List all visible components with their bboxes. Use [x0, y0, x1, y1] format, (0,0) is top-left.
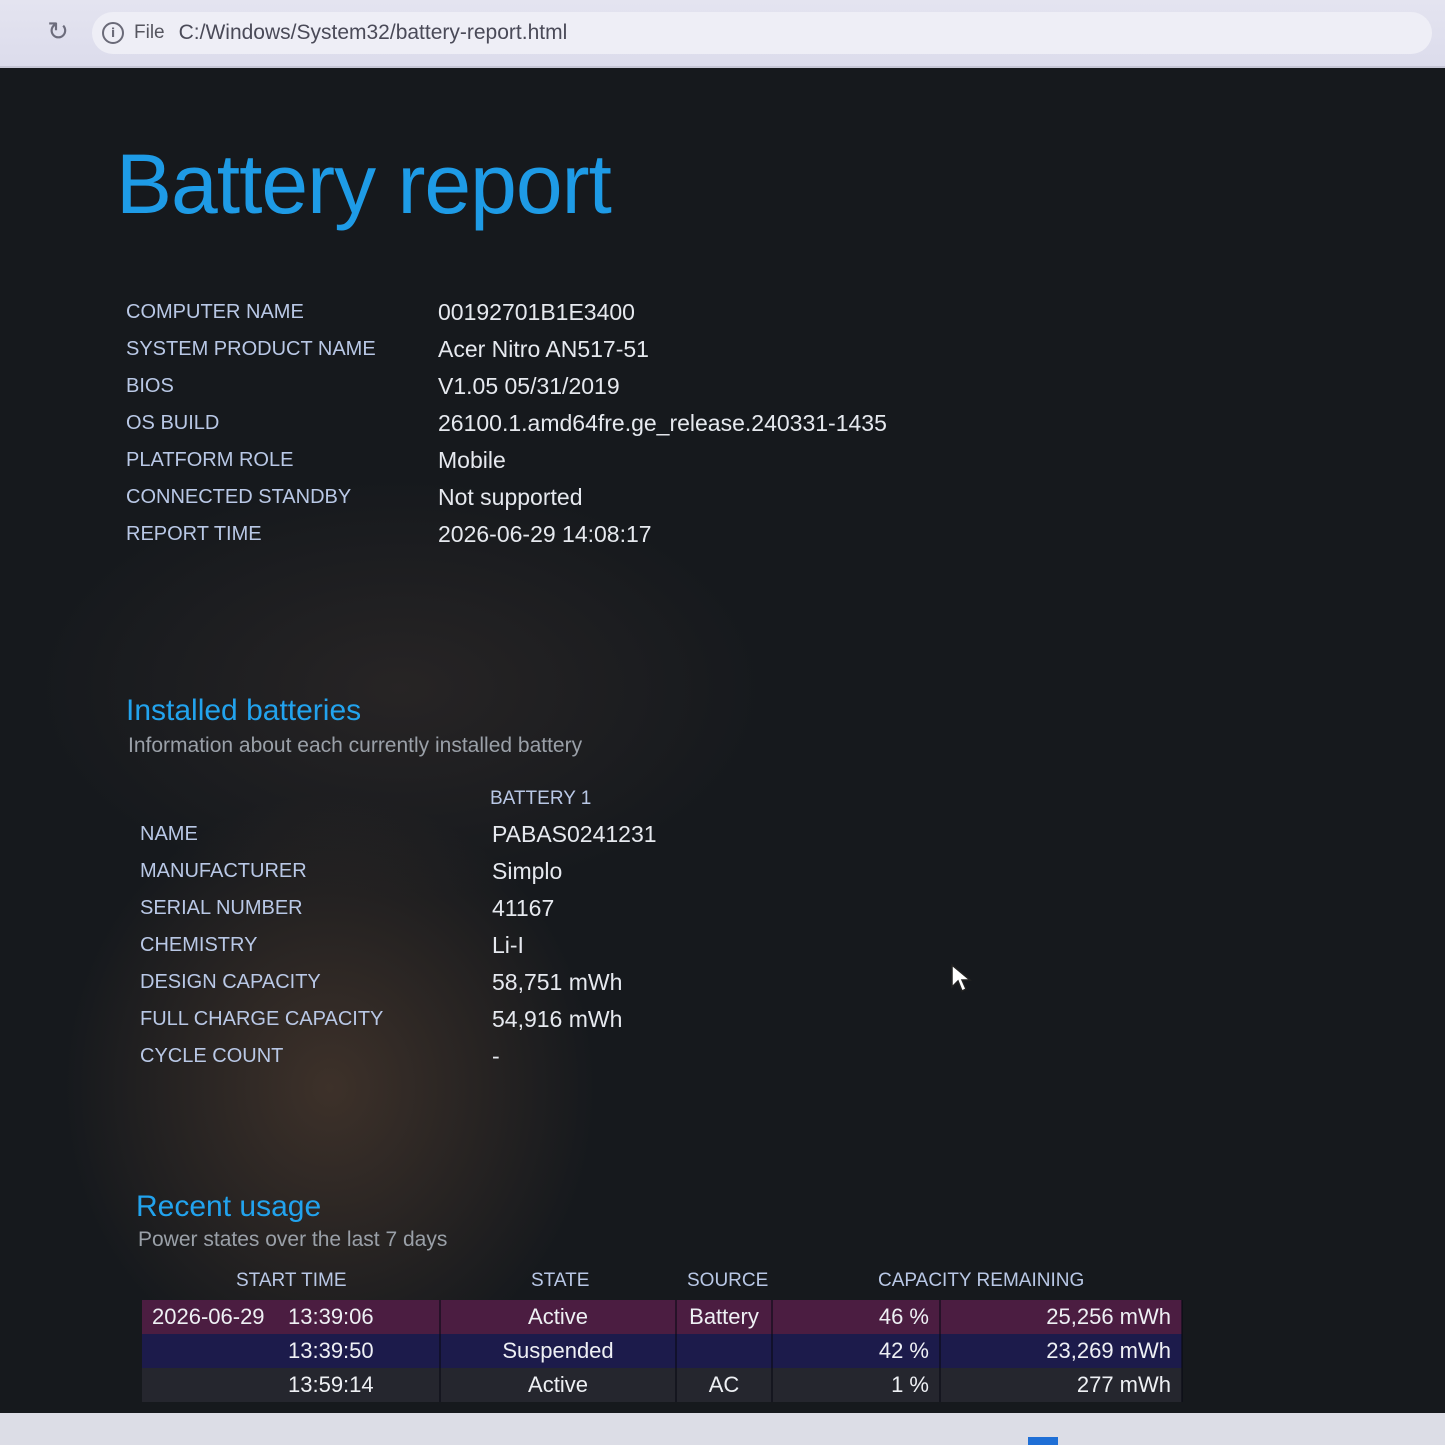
battery-row-name: NAME PABAS0241231	[140, 816, 657, 853]
info-value: Mobile	[438, 447, 506, 473]
info-row-computer-name: COMPUTER NAME 00192701B1E3400	[126, 294, 887, 331]
info-value: 2026-06-29 14:08:17	[438, 521, 652, 547]
report-page: Battery report COMPUTER NAME 00192701B1E…	[0, 68, 1445, 1413]
battery-value: 54,916 mWh	[492, 1006, 623, 1032]
usage-capacity-percent: 1 %	[772, 1368, 941, 1402]
url-text[interactable]: C:/Windows/System32/battery-report.html	[179, 21, 568, 45]
usage-start-time: 13:39:50	[142, 1334, 441, 1368]
battery-row-serial-number: SERIAL NUMBER 41167	[140, 890, 657, 927]
info-label: SYSTEM PRODUCT NAME	[126, 338, 376, 360]
usage-state: Active	[440, 1368, 677, 1402]
info-label: CONNECTED STANDBY	[126, 486, 352, 508]
recent-usage-table: 2026-06-29 13:39:06 Active Battery 46 % 2…	[142, 1300, 1183, 1402]
usage-time: 13:59:14	[288, 1372, 374, 1397]
battery-table: NAME PABAS0241231 MANUFACTURER Simplo SE…	[140, 816, 657, 1075]
usage-time: 13:39:50	[288, 1338, 374, 1363]
info-label: PLATFORM ROLE	[126, 449, 294, 471]
windows-start-icon[interactable]	[1028, 1437, 1058, 1445]
battery-value: PABAS0241231	[492, 821, 657, 847]
info-value: V1.05 05/31/2019	[438, 373, 620, 399]
battery-value: -	[492, 1043, 500, 1069]
battery-column-header: BATTERY 1	[490, 788, 592, 809]
info-row-report-time: REPORT TIME 2026-06-29 14:08:17	[126, 516, 887, 553]
address-bar[interactable]: i File C:/Windows/System32/battery-repor…	[92, 12, 1432, 54]
usage-state: Active	[440, 1300, 677, 1334]
usage-row: 13:59:14 Active AC 1 % 277 mWh	[142, 1368, 1183, 1402]
info-label: COMPUTER NAME	[126, 301, 304, 323]
usage-header-source: SOURCE	[687, 1270, 769, 1291]
battery-label: DESIGN CAPACITY	[140, 971, 321, 993]
reload-icon[interactable]: ↻	[40, 16, 76, 48]
usage-time: 13:39:06	[288, 1304, 374, 1329]
battery-label: MANUFACTURER	[140, 860, 307, 882]
battery-row-manufacturer: MANUFACTURER Simplo	[140, 853, 657, 890]
url-scheme-label: File	[134, 22, 165, 43]
installed-batteries-subtitle: Information about each currently install…	[128, 734, 583, 757]
usage-header-state: STATE	[531, 1270, 590, 1291]
battery-label: SERIAL NUMBER	[140, 897, 303, 919]
battery-value: 41167	[492, 895, 555, 921]
info-value: 00192701B1E3400	[438, 299, 635, 325]
usage-source: AC	[676, 1368, 773, 1402]
info-row-system-product-name: SYSTEM PRODUCT NAME Acer Nitro AN517-51	[126, 331, 887, 368]
usage-row: 13:39:50 Suspended 42 % 23,269 mWh	[142, 1334, 1183, 1368]
recent-usage-subtitle: Power states over the last 7 days	[138, 1228, 448, 1251]
battery-label: CYCLE COUNT	[140, 1045, 284, 1067]
usage-date: 2026-06-29	[152, 1304, 265, 1329]
battery-label: NAME	[140, 823, 198, 845]
installed-batteries-heading: Installed batteries	[126, 694, 362, 727]
info-row-connected-standby: CONNECTED STANDBY Not supported	[126, 479, 887, 516]
info-label: REPORT TIME	[126, 523, 262, 545]
usage-header-capacity: CAPACITY REMAINING	[878, 1270, 1085, 1291]
info-icon[interactable]: i	[102, 22, 124, 44]
usage-capacity-mwh: 23,269 mWh	[940, 1334, 1183, 1368]
info-value: Acer Nitro AN517-51	[438, 336, 649, 362]
usage-header-start-time: START TIME	[236, 1270, 347, 1291]
battery-value: Li-I	[492, 932, 524, 958]
info-label: OS BUILD	[126, 412, 220, 434]
usage-source: Battery	[676, 1300, 773, 1334]
usage-state: Suspended	[440, 1334, 677, 1368]
info-row-bios: BIOS V1.05 05/31/2019	[126, 368, 887, 405]
usage-source	[676, 1334, 773, 1368]
battery-row-full-charge-capacity: FULL CHARGE CAPACITY 54,916 mWh	[140, 1001, 657, 1038]
battery-label: CHEMISTRY	[140, 934, 258, 956]
usage-row: 2026-06-29 13:39:06 Active Battery 46 % 2…	[142, 1300, 1183, 1334]
battery-row-cycle-count: CYCLE COUNT -	[140, 1038, 657, 1075]
battery-value: 58,751 mWh	[492, 969, 623, 995]
usage-capacity-percent: 42 %	[772, 1334, 941, 1368]
battery-value: Simplo	[492, 858, 563, 884]
usage-start-time: 2026-06-29 13:39:06	[142, 1300, 441, 1334]
browser-toolbar: ↻ i File C:/Windows/System32/battery-rep…	[0, 0, 1445, 68]
usage-start-time: 13:59:14	[142, 1368, 441, 1402]
info-row-os-build: OS BUILD 26100.1.amd64fre.ge_release.240…	[126, 405, 887, 442]
battery-row-chemistry: CHEMISTRY Li-I	[140, 927, 657, 964]
usage-capacity-percent: 46 %	[772, 1300, 941, 1334]
info-value: 26100.1.amd64fre.ge_release.240331-1435	[438, 410, 887, 436]
taskbar	[0, 1413, 1445, 1445]
page-title: Battery report	[116, 137, 612, 231]
battery-label: FULL CHARGE CAPACITY	[140, 1008, 384, 1030]
info-row-platform-role: PLATFORM ROLE Mobile	[126, 442, 887, 479]
info-value: Not supported	[438, 484, 583, 510]
mouse-pointer-icon	[951, 963, 972, 993]
usage-capacity-mwh: 25,256 mWh	[940, 1300, 1183, 1334]
usage-capacity-mwh: 277 mWh	[940, 1368, 1183, 1402]
battery-row-design-capacity: DESIGN CAPACITY 58,751 mWh	[140, 964, 657, 1001]
report-info-table: COMPUTER NAME 00192701B1E3400 SYSTEM PRO…	[126, 294, 887, 553]
recent-usage-heading: Recent usage	[136, 1190, 322, 1223]
info-label: BIOS	[126, 375, 174, 397]
